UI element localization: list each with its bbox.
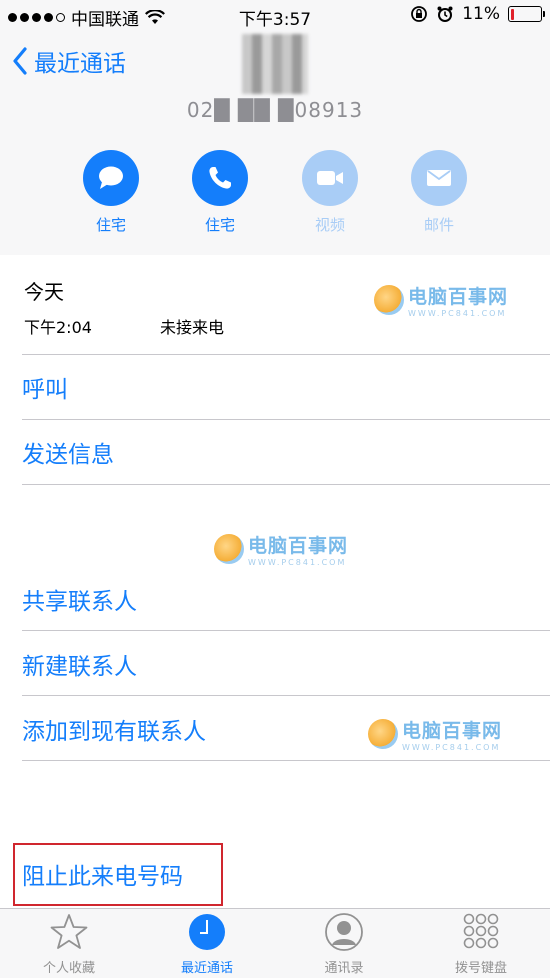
alarm-icon (437, 6, 453, 22)
tab-favorites-label: 个人收藏 (42, 961, 95, 976)
watermark-text: 电脑百事网 (248, 535, 349, 557)
message-icon (99, 166, 123, 189)
chevron-left-icon (13, 47, 27, 75)
separator (22, 419, 550, 420)
battery-level (510, 8, 514, 20)
back-button[interactable]: 最近通话 (12, 44, 126, 78)
contacts-icon (325, 913, 363, 951)
highlight-annotation (13, 843, 223, 906)
battery-icon (508, 6, 545, 22)
back-label: 最近通话 (34, 51, 126, 77)
recent-date-title: 今天 (24, 280, 64, 304)
mail-button-label: 邮件 (423, 216, 454, 234)
separator (22, 630, 550, 631)
phone-icon (209, 167, 231, 189)
tab-recents[interactable]: 最近通话 (147, 909, 267, 978)
video-button[interactable]: 视频 (285, 150, 375, 235)
tab-favorites[interactable]: 个人收藏 (9, 909, 129, 978)
watermark-url: WWW.PC841.COM (408, 309, 507, 318)
watermark-logo-icon (374, 285, 404, 315)
video-button-label: 视频 (314, 216, 345, 234)
status-right: 11% (410, 4, 545, 24)
clock-icon (189, 914, 225, 950)
watermark: 电脑百事网 WWW.PC841.COM (214, 531, 348, 567)
watermark-logo-icon (214, 534, 244, 564)
star-icon (50, 914, 88, 949)
battery-percent: 11% (462, 4, 500, 24)
separator (22, 760, 550, 761)
contact-actions: 住宅 住宅 视频 邮件 (0, 150, 550, 240)
separator (22, 354, 550, 355)
send-message-option[interactable]: 发送信息 (22, 435, 550, 469)
recent-call-time: 下午2:04 (24, 318, 92, 337)
separator (22, 695, 550, 696)
mail-button[interactable]: 邮件 (394, 150, 484, 235)
share-contact-option[interactable]: 共享联系人 (22, 582, 550, 616)
watermark-url: WWW.PC841.COM (248, 558, 347, 567)
watermark-text: 电脑百事网 (408, 286, 509, 308)
mail-icon (427, 170, 451, 186)
rotation-lock-icon (411, 6, 428, 22)
separator (22, 484, 550, 485)
tab-keypad[interactable]: 拨号键盘 (421, 909, 541, 978)
tab-keypad-label: 拨号键盘 (454, 961, 507, 976)
contact-number: 02█ ██ █08913 (186, 98, 364, 122)
watermark-logo-icon (368, 719, 398, 749)
tab-bar: 个人收藏 最近通话 通讯录 拨号键盘 (0, 908, 550, 978)
recent-call-type: 未接来电 (160, 318, 225, 337)
new-contact-option[interactable]: 新建联系人 (22, 647, 550, 681)
video-icon (317, 171, 343, 185)
call-button[interactable]: 住宅 (175, 150, 265, 235)
message-button[interactable]: 住宅 (66, 150, 156, 235)
message-button-label: 住宅 (95, 216, 126, 234)
watermark: 电脑百事网 WWW.PC841.COM (374, 282, 508, 318)
watermark-url: WWW.PC841.COM (402, 743, 501, 752)
call-option[interactable]: 呼叫 (22, 370, 550, 404)
keypad-icon (463, 913, 499, 949)
watermark: 电脑百事网 WWW.PC841.COM (368, 716, 502, 752)
contact-avatar (242, 34, 308, 94)
status-bar: 中国联通 下午3:57 11% (0, 0, 550, 32)
tab-recents-label: 最近通话 (180, 961, 233, 976)
watermark-text: 电脑百事网 (402, 720, 503, 742)
tab-contacts-label: 通讯录 (324, 961, 364, 976)
tab-contacts[interactable]: 通讯录 (284, 909, 404, 978)
call-button-label: 住宅 (204, 216, 235, 234)
